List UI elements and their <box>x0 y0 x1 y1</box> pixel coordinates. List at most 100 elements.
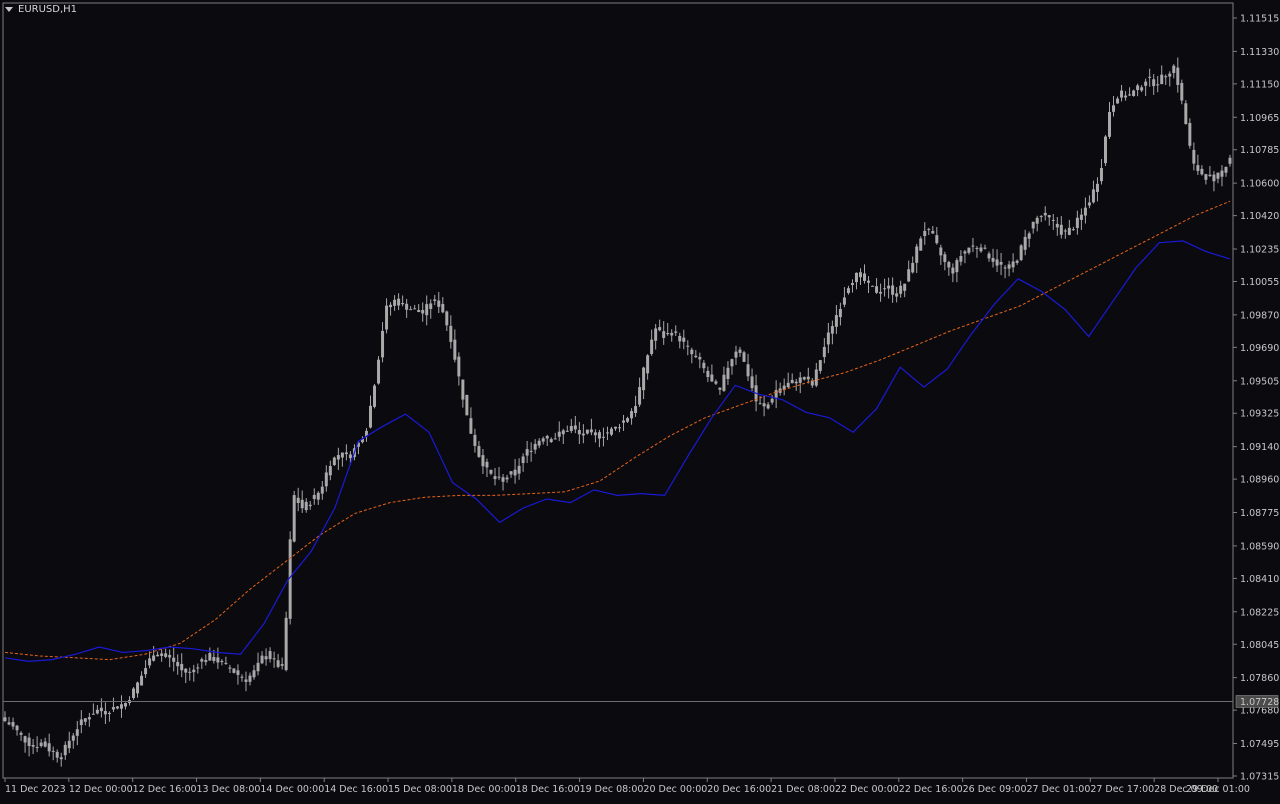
candle-body <box>838 308 842 318</box>
candle-body <box>589 429 593 433</box>
price-tick-label: 1.07315 <box>1240 772 1279 783</box>
candle-body <box>79 719 83 726</box>
time-tick-label: 22 Dec 00:00 <box>835 784 899 795</box>
candle-body <box>742 352 746 362</box>
candle-body <box>1176 67 1180 85</box>
candle-body <box>1196 165 1200 171</box>
candle-body <box>658 327 662 331</box>
candle-body <box>786 382 790 388</box>
current-price-group: 1.07728 <box>1235 695 1279 708</box>
candle-body <box>1043 212 1047 216</box>
time-tick-label: 12 Dec 00:00 <box>69 784 133 795</box>
candle-body <box>569 425 573 432</box>
candle-body <box>1164 76 1168 78</box>
candle-body <box>1075 217 1079 228</box>
candle-body <box>328 465 332 476</box>
candle-body <box>943 254 947 262</box>
candle-body <box>682 337 686 342</box>
time-tick-label: 14 Dec 00:00 <box>260 784 324 795</box>
candle-body <box>694 355 698 358</box>
candle-body <box>834 315 838 327</box>
candle-body <box>465 394 469 416</box>
candle-body <box>31 744 35 747</box>
candle-body <box>280 664 284 666</box>
candle-body <box>1019 245 1023 261</box>
candle-body <box>63 744 67 756</box>
candle-body <box>794 381 798 384</box>
candle-body <box>136 682 140 694</box>
candle-body <box>565 430 569 432</box>
candle-body <box>1027 233 1031 239</box>
candle-body <box>1144 81 1148 86</box>
candle-body <box>71 735 75 741</box>
candle-body <box>441 303 445 313</box>
price-tick-label: 1.11150 <box>1240 79 1279 90</box>
chevron-down-icon[interactable] <box>5 7 13 12</box>
candle-body <box>144 668 148 675</box>
candle-body <box>585 429 589 434</box>
candle-body <box>935 235 939 244</box>
candle-body <box>1055 223 1059 228</box>
candle-body <box>678 335 682 342</box>
candle-body <box>1220 170 1224 177</box>
candle-body <box>1071 229 1075 231</box>
candle-body <box>1124 95 1128 98</box>
price-chart[interactable]: 1.11515 1.11330 1.11150 1.10965 1.10785 1.106… <box>0 0 1280 800</box>
candle-body <box>240 676 244 678</box>
candle-body <box>593 432 597 436</box>
candle-body <box>987 253 991 259</box>
candle-body <box>1039 216 1043 218</box>
candle-body <box>734 351 738 358</box>
candle-body <box>1003 267 1007 269</box>
candle-body <box>1087 202 1091 206</box>
candle-body <box>91 713 95 715</box>
candle-body <box>626 418 630 422</box>
time-tick-label: 27 Dec 17:00 <box>1090 784 1154 795</box>
candle-body <box>1007 264 1011 269</box>
candle-body <box>698 357 702 360</box>
candle-body <box>581 433 585 436</box>
time-tick-label: 15 Dec 08:00 <box>388 784 452 795</box>
candle-body <box>461 379 465 400</box>
candle-body <box>1091 189 1095 203</box>
candle-body <box>152 655 156 661</box>
candle-body <box>248 675 252 682</box>
candle-body <box>879 291 883 294</box>
candle-body <box>1103 136 1107 164</box>
candle-body <box>770 398 774 403</box>
candle-body <box>1083 207 1087 216</box>
candle-body <box>883 288 887 290</box>
candle-body <box>188 671 192 673</box>
chart-window[interactable]: 1.11515 1.11330 1.11150 1.10965 1.10785 1.106… <box>0 0 1280 800</box>
candle-body <box>409 309 413 311</box>
price-tick-label: 1.10965 <box>1240 113 1279 124</box>
candle-body <box>208 653 212 661</box>
candle-body <box>1035 217 1039 224</box>
candle-body <box>979 247 983 252</box>
candle-body <box>368 405 372 428</box>
candle-body <box>381 330 385 358</box>
candle-body <box>706 370 710 378</box>
candle-body <box>622 420 626 423</box>
candle-body <box>196 667 200 669</box>
candle-body <box>1136 85 1140 91</box>
candle-body <box>513 469 517 476</box>
candle-body <box>473 434 477 446</box>
price-tick-label: 1.08225 <box>1240 607 1279 618</box>
candle-body <box>3 717 7 722</box>
time-tick-label: 20 Dec 00:00 <box>643 784 707 795</box>
candle-body <box>1128 94 1132 96</box>
candle-body <box>553 438 557 440</box>
candle-body <box>264 656 268 660</box>
candle-body <box>806 376 810 380</box>
candle-body <box>899 285 903 294</box>
candle-body <box>891 285 895 295</box>
time-tick-label: 22 Dec 16:00 <box>899 784 963 795</box>
candle-body <box>47 743 51 752</box>
candle-body <box>1152 79 1156 87</box>
candle-body <box>818 360 822 371</box>
candle-body <box>1120 90 1124 98</box>
candle-body <box>517 465 521 474</box>
candle-body <box>320 486 324 494</box>
price-tick-label: 1.10235 <box>1240 245 1279 256</box>
